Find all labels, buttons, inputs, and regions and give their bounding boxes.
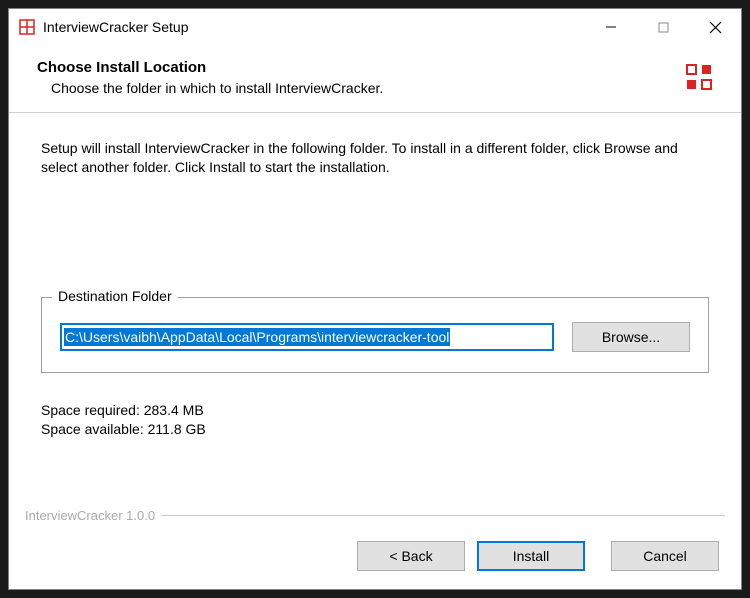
header-title: Choose Install Location [37, 59, 713, 76]
header-subtitle: Choose the folder in which to install In… [37, 80, 713, 96]
installer-logo-icon [685, 63, 713, 91]
browse-button[interactable]: Browse... [572, 322, 690, 352]
destination-folder-legend: Destination Folder [52, 288, 178, 304]
body-section: Setup will install InterviewCracker in t… [9, 113, 741, 508]
footer-brand-label: InterviewCracker 1.0.0 [25, 508, 161, 523]
window-controls [585, 9, 741, 45]
destination-folder-group: Destination Folder C:\Users\vaibh\AppDat… [41, 297, 709, 373]
cancel-button[interactable]: Cancel [611, 541, 719, 571]
maximize-button[interactable] [637, 9, 689, 45]
window-title: InterviewCracker Setup [43, 19, 189, 35]
back-button[interactable]: < Back [357, 541, 465, 571]
close-button[interactable] [689, 9, 741, 45]
titlebar: InterviewCracker Setup [9, 9, 741, 45]
destination-path-selection: C:\Users\vaibh\AppData\Local\Programs\in… [64, 328, 450, 346]
space-info: Space required: 283.4 MB Space available… [41, 401, 709, 440]
destination-path-input[interactable]: C:\Users\vaibh\AppData\Local\Programs\in… [60, 323, 554, 351]
install-button[interactable]: Install [477, 541, 585, 571]
installer-window: InterviewCracker Setup Choose Install Lo… [8, 8, 742, 590]
footer-divider: InterviewCracker 1.0.0 [9, 508, 741, 523]
space-available: Space available: 211.8 GB [41, 420, 709, 440]
footer-buttons: < Back Install Cancel [9, 523, 741, 589]
titlebar-left: InterviewCracker Setup [19, 19, 189, 35]
app-icon [19, 19, 35, 35]
footer-line [161, 515, 725, 516]
space-required: Space required: 283.4 MB [41, 401, 709, 421]
minimize-button[interactable] [585, 9, 637, 45]
intro-text: Setup will install InterviewCracker in t… [41, 139, 709, 177]
destination-row: C:\Users\vaibh\AppData\Local\Programs\in… [60, 322, 690, 352]
header-section: Choose Install Location Choose the folde… [9, 45, 741, 113]
